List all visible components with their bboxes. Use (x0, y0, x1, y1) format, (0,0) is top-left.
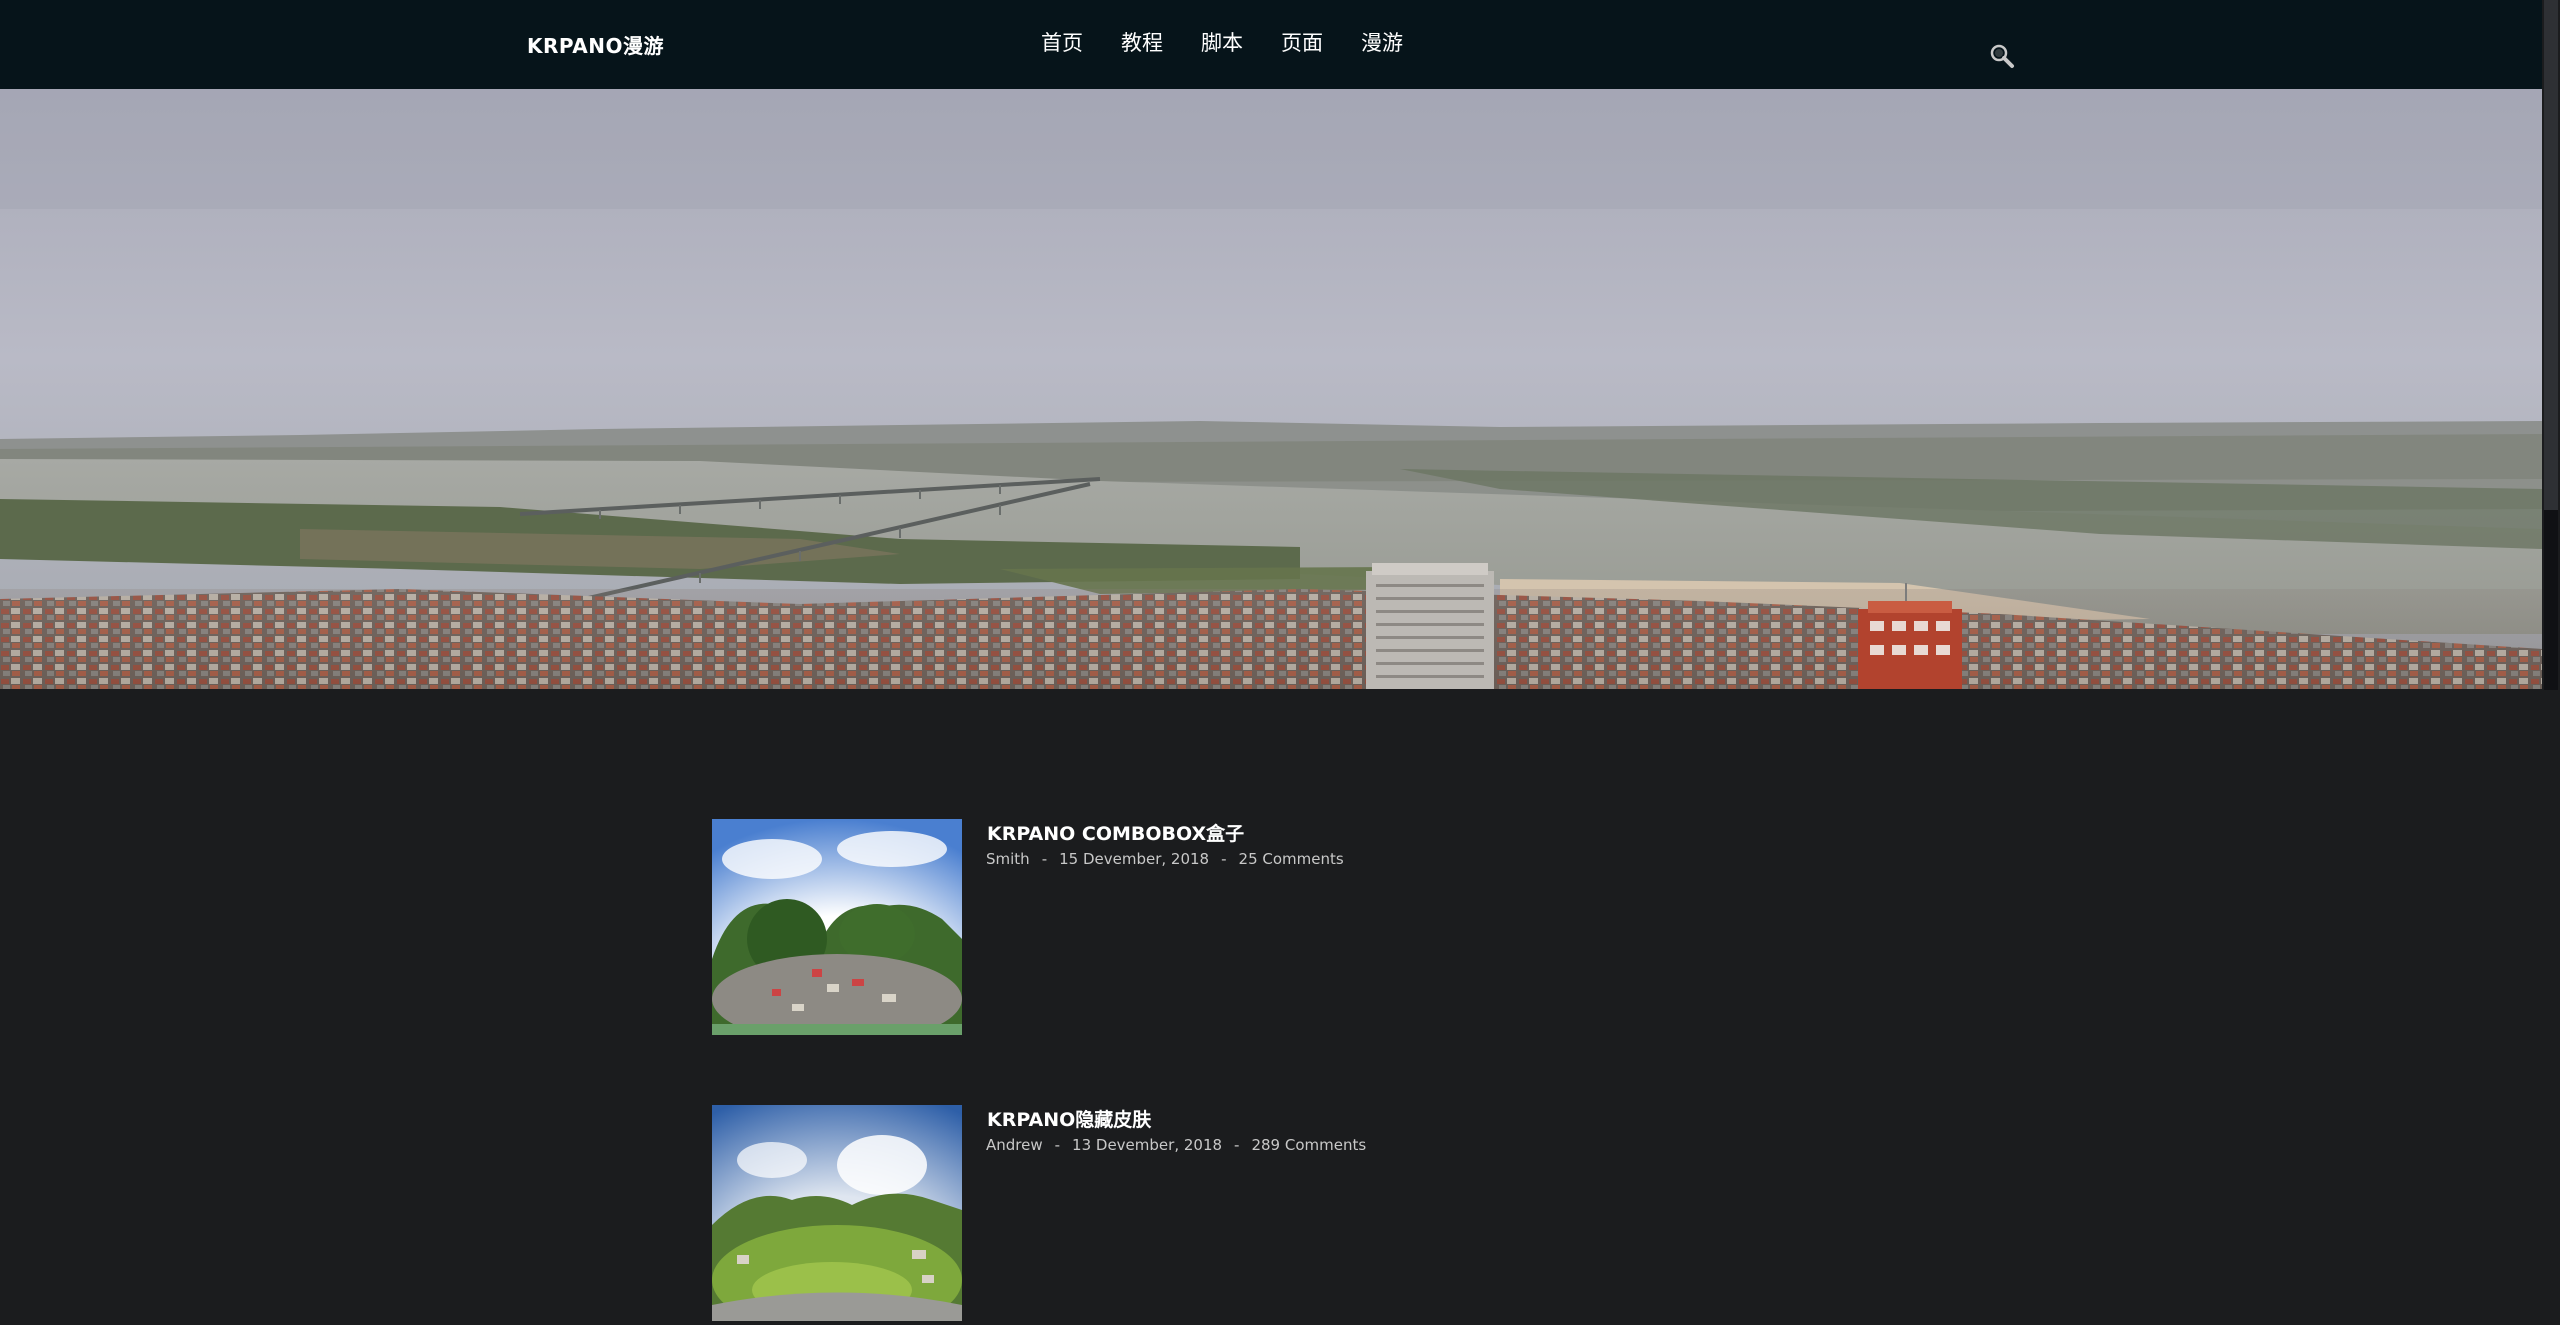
post-date: 13 Devember, 2018 (1072, 1136, 1223, 1154)
nav-item-scripts[interactable]: 脚本 (1201, 0, 1243, 90)
little-planet-thumbnail (712, 1105, 962, 1321)
post-comments-link[interactable]: 289 Comments (1251, 1136, 1366, 1154)
nav-item-pages[interactable]: 页面 (1281, 0, 1323, 90)
nav-item-tours[interactable]: 漫游 (1361, 0, 1403, 90)
post-title[interactable]: KRPANO隐藏皮肤 (987, 1105, 1151, 1132)
post-author[interactable]: Smith (986, 850, 1030, 868)
post-card: KRPANO COMBOBOX盒子 Smith -15 Devember, 201… (712, 819, 1612, 1035)
nav-item-tutorials[interactable]: 教程 (1121, 0, 1163, 90)
post-author[interactable]: Andrew (986, 1136, 1043, 1154)
post-meta: Smith -15 Devember, 2018-25 Comments (986, 850, 1344, 868)
site-logo[interactable]: KRPANO漫游 (527, 30, 664, 59)
post-card: KRPANO隐藏皮肤 Andrew -13 Devember, 2018-289 … (712, 1105, 1612, 1321)
top-navigation-bar: KRPANO漫游 首页 教程 脚本 页面 漫游 (0, 0, 2542, 89)
post-thumbnail[interactable] (712, 819, 962, 1035)
main-nav: 首页 教程 脚本 页面 漫游 (1022, 0, 1422, 89)
post-title[interactable]: KRPANO COMBOBOX盒子 (987, 819, 1244, 846)
meta-separator: - (1234, 1136, 1240, 1154)
little-planet-thumbnail (712, 819, 962, 1035)
post-meta: Andrew -13 Devember, 2018-289 Comments (986, 1136, 1366, 1154)
meta-separator: - (1041, 850, 1048, 868)
post-thumbnail[interactable] (712, 1105, 962, 1321)
scrollbar-track (2544, 510, 2558, 690)
hero-panorama-image[interactable] (0, 89, 2542, 689)
search-icon (1990, 44, 2014, 68)
nav-item-home[interactable]: 首页 (1041, 0, 1083, 90)
post-comments-link[interactable]: 25 Comments (1239, 850, 1344, 868)
meta-separator: - (1054, 1136, 1061, 1154)
search-button[interactable] (1988, 42, 2018, 72)
city-river-panorama (0, 89, 2542, 689)
meta-separator: - (1221, 850, 1227, 868)
scrollbar-thumb[interactable] (2544, 0, 2558, 510)
post-date: 15 Devember, 2018 (1059, 850, 1210, 868)
page-scrollbar[interactable] (2542, 0, 2560, 1325)
